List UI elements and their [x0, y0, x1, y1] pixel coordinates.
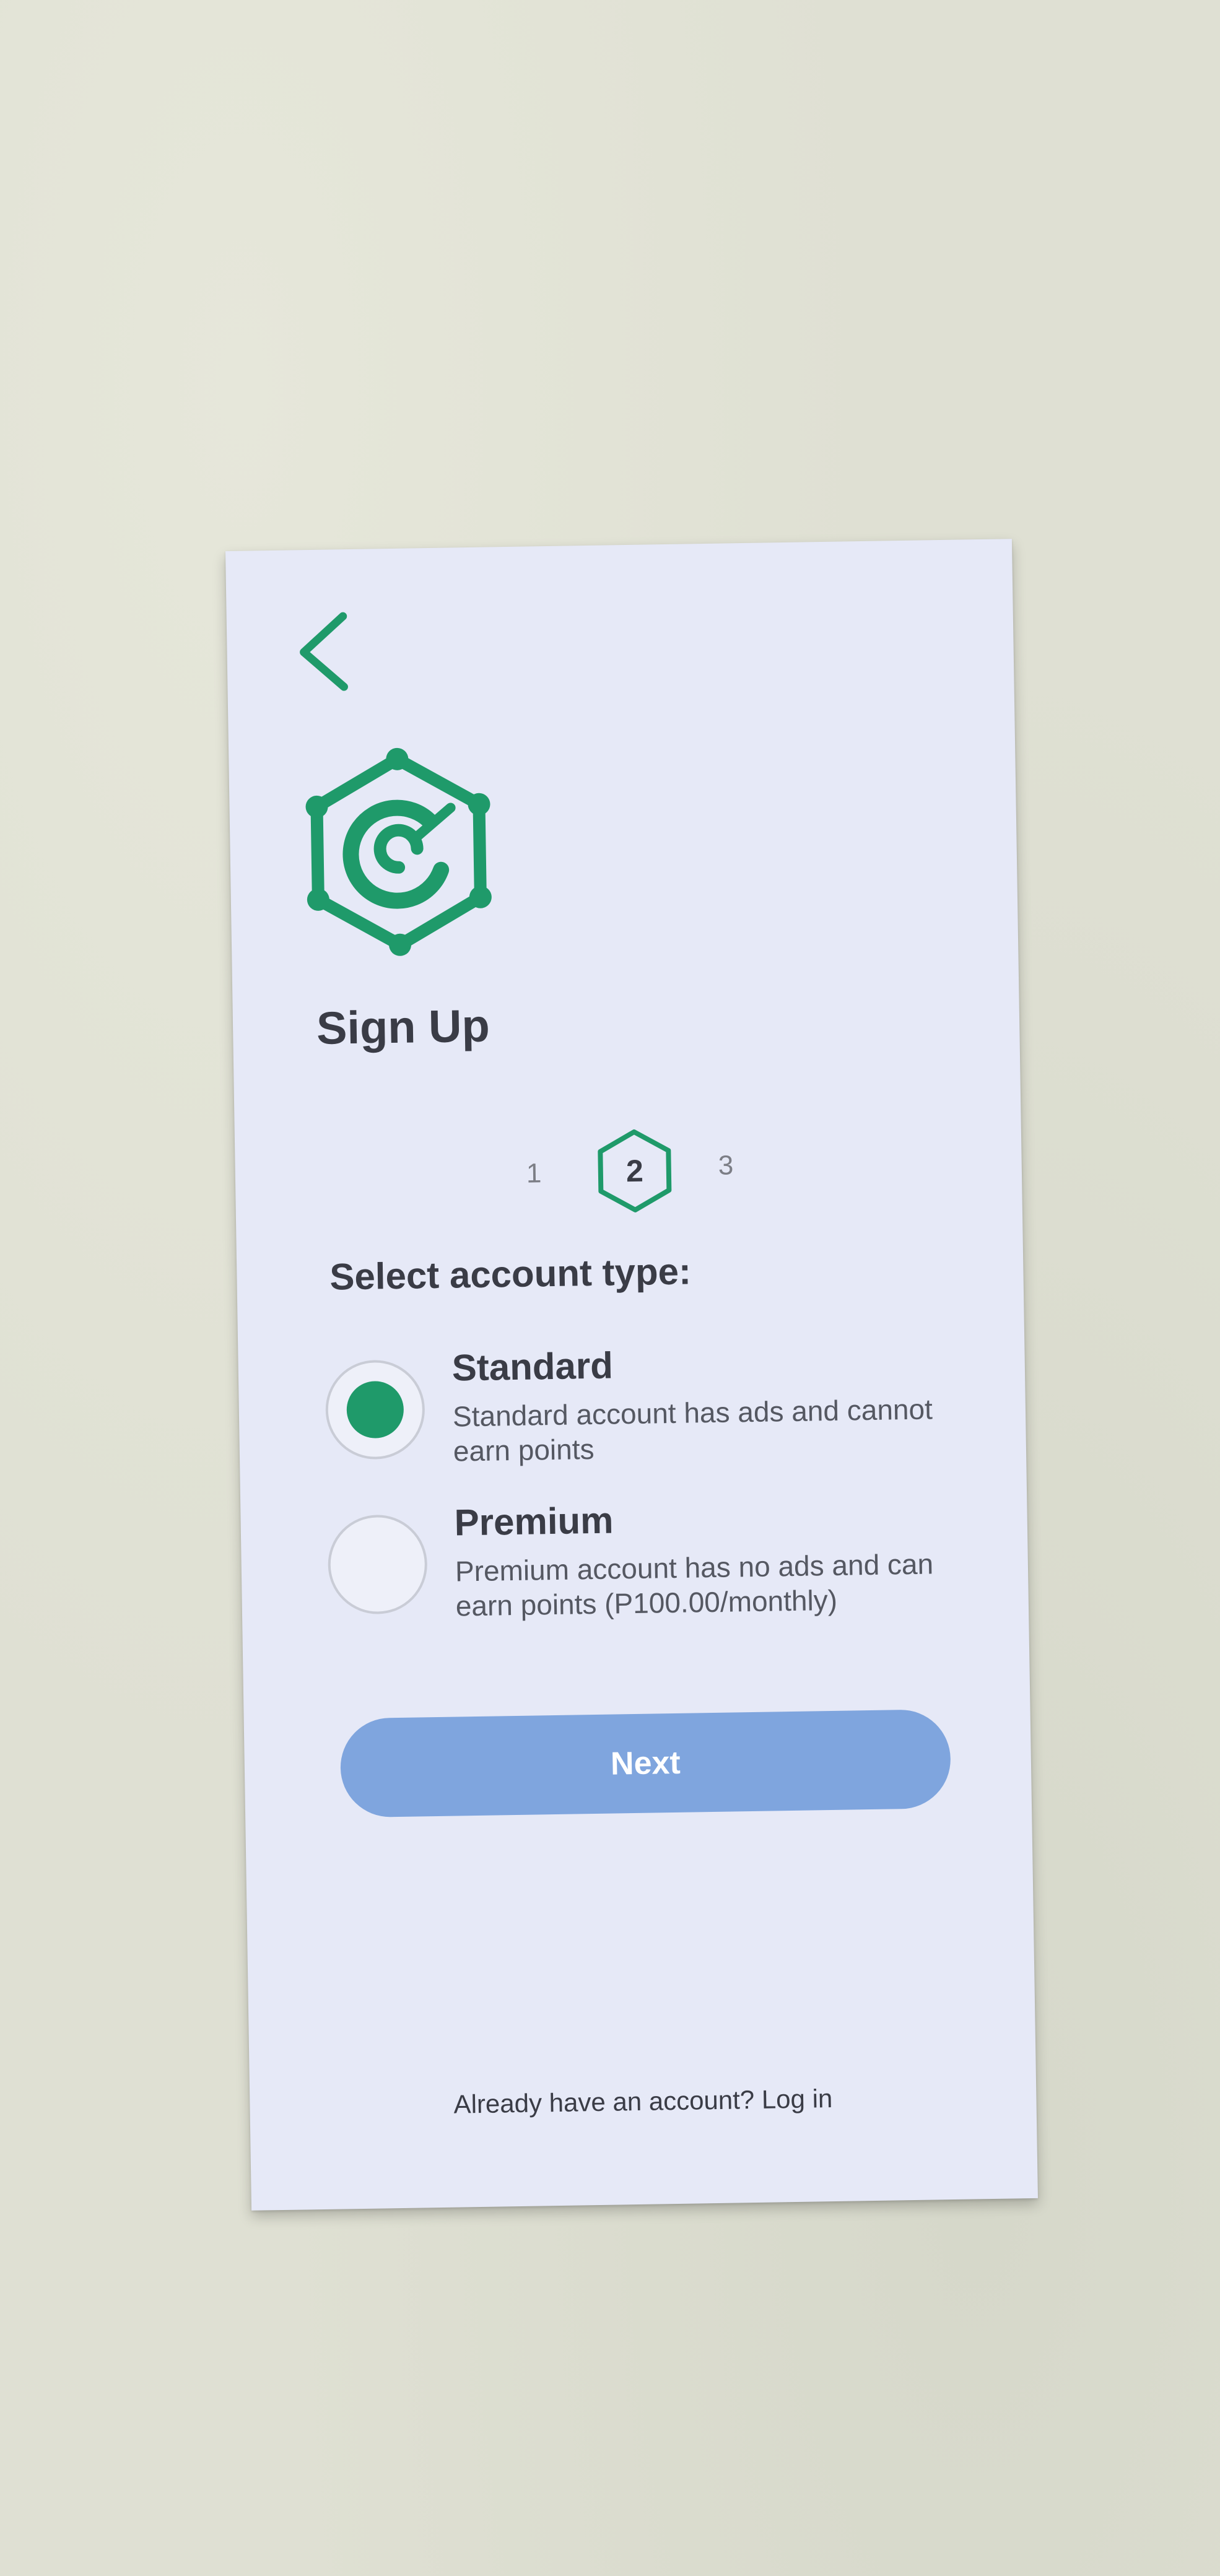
- step-3-label: 3: [718, 1150, 734, 1181]
- radio-premium[interactable]: [327, 1514, 429, 1615]
- step-2-label: 2: [625, 1153, 644, 1189]
- account-option-standard[interactable]: Standard Standard account has ads and ca…: [325, 1338, 995, 1473]
- signup-screen: Sign Up 1 2 3 Select account type: Stand…: [225, 539, 1038, 2211]
- next-button[interactable]: Next: [339, 1709, 952, 1818]
- page-title: Sign Up: [316, 999, 490, 1054]
- option-description-premium: Premium account has no ads and can earn …: [455, 1547, 934, 1622]
- radio-selected-dot: [346, 1380, 404, 1439]
- step-2-current: 2: [594, 1126, 676, 1216]
- hexagon-c-logo-icon: [305, 747, 492, 956]
- option-title-standard: Standard: [451, 1344, 614, 1389]
- account-type-heading: Select account type:: [329, 1250, 692, 1298]
- option-title-premium: Premium: [454, 1499, 614, 1544]
- radio-standard[interactable]: [325, 1359, 426, 1460]
- chevron-left-icon[interactable]: [295, 611, 352, 692]
- step-indicator: 1 2 3: [526, 1125, 762, 1222]
- step-1-label: 1: [526, 1158, 542, 1189]
- account-option-premium[interactable]: Premium Premium account has no ads and c…: [327, 1493, 998, 1627]
- login-prompt-link[interactable]: Already have an account? Log in: [250, 2081, 1037, 2123]
- option-description-standard: Standard account has ads and cannot earn…: [452, 1393, 933, 1468]
